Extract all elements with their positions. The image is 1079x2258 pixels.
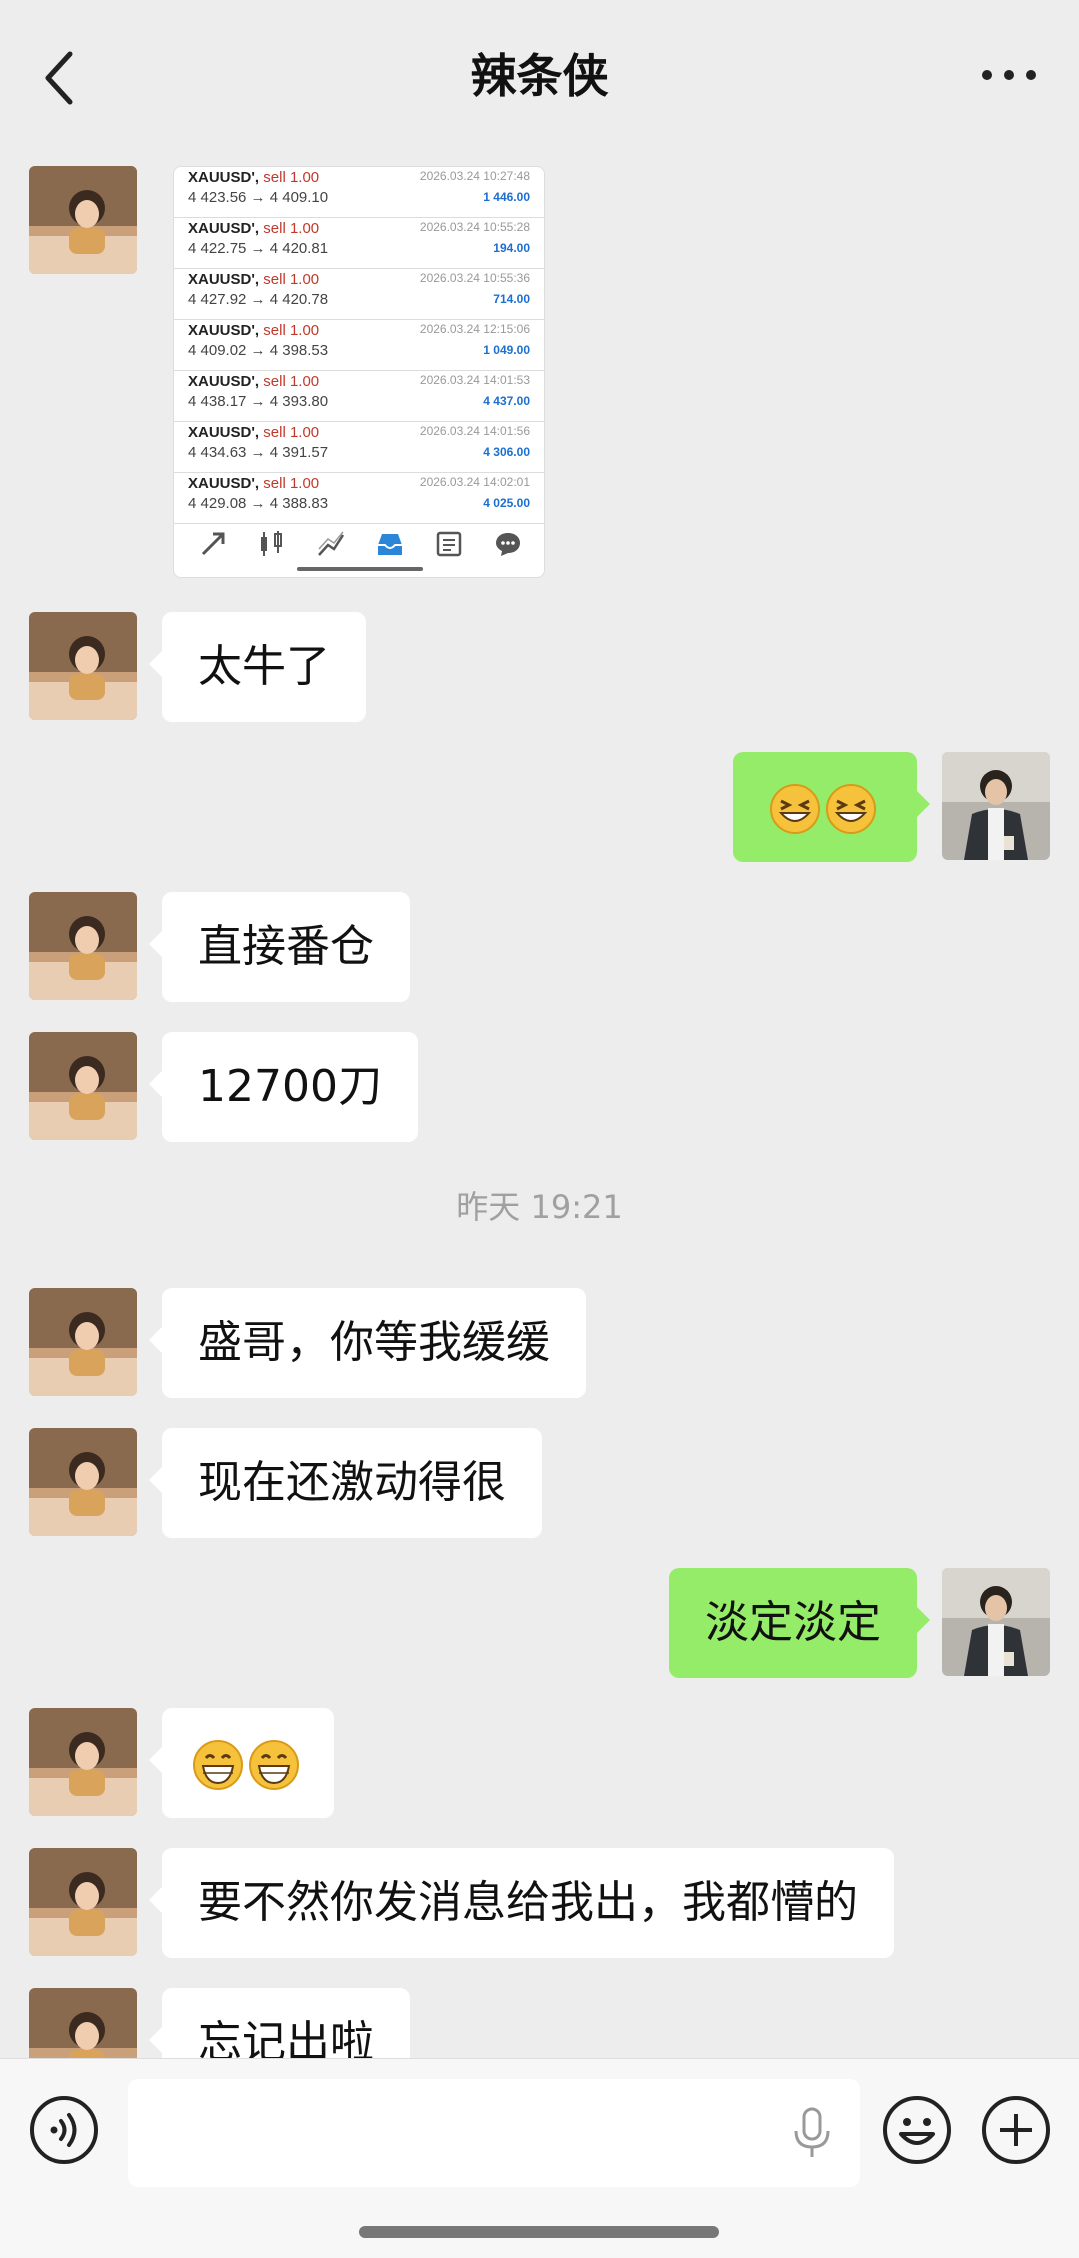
trade-time: 2026.03.24 14:01:56 [419,424,530,438]
contact-avatar[interactable] [29,166,137,274]
trade-row: XAUUSD', sell 1.00 4 434.63 → 4 391.57 202… [174,422,544,473]
contact-avatar[interactable] [29,1288,137,1396]
trade-symbol: XAUUSD', sell 1.00 [188,271,320,288]
message-text: 盛哥，你等我缓缓 [198,1317,550,1368]
trade-prices: 4 438.17 → 4 393.80 [188,393,329,410]
timestamp: 昨天 19:21 [456,1188,623,1226]
app-toolbar [174,517,544,573]
trade-profit: 1 049.00 [483,343,530,357]
contact-avatar[interactable] [29,1848,137,1956]
news-icon [436,531,462,557]
contact-avatar[interactable] [29,892,137,1000]
message-text: 现在还激动得很 [198,1457,506,1508]
message-text: 要不然你发消息给我出，我都懵的 [198,1877,858,1928]
trade-symbol: XAUUSD', sell 1.00 [188,373,320,390]
message-text: 太牛了 [198,641,330,692]
message-bubble[interactable]: 忘记出啦 [149,1988,410,2058]
trade-icon [201,532,225,556]
trade-history-screenshot[interactable]: XAUUSD', sell 1.00 4 423.56 → 4 409.10 202… [173,166,545,578]
trade-profit: 4 306.00 [483,445,530,459]
trade-symbol: XAUUSD', sell 1.00 [188,220,320,237]
trade-time: 2026.03.24 14:01:53 [419,373,530,387]
grinning-squinting-emoji-icon [826,784,876,834]
self-avatar[interactable] [942,1568,1050,1676]
contact-avatar[interactable] [29,1988,137,2058]
chat-bubble-icon [496,533,520,556]
message-bubble-self[interactable] [733,752,930,862]
message-bubble[interactable]: 要不然你发消息给我出，我都懵的 [149,1848,894,1958]
trade-time: 2026.03.24 10:55:28 [419,220,530,234]
trade-profit: 4 437.00 [483,394,530,408]
trade-prices: 4 422.75 → 4 420.81 [188,240,329,257]
trade-row: XAUUSD', sell 1.00 4 427.92 → 4 420.78 202… [174,269,544,320]
contact-avatar[interactable] [29,1428,137,1536]
home-indicator [359,2226,719,2238]
trade-prices: 4 409.02 → 4 398.53 [188,342,329,359]
chat-title: 辣条侠 [470,49,609,103]
message-bubble[interactable]: 现在还激动得很 [149,1428,542,1538]
candlestick-icon [261,531,282,556]
grinning-squinting-emoji-icon [770,784,820,834]
message-text: 直接番仓 [198,921,374,972]
trade-prices: 4 423.56 → 4 409.10 [188,189,329,206]
trade-row: XAUUSD', sell 1.00 4 422.75 → 4 420.81 202… [174,218,544,269]
voice-toggle-icon[interactable] [28,2094,100,2166]
message-bubble[interactable] [149,1708,334,1818]
message-bubble[interactable]: 直接番仓 [149,892,410,1002]
contact-avatar[interactable] [29,612,137,720]
more-icon[interactable] [979,60,1039,90]
trade-symbol: XAUUSD', sell 1.00 [188,169,320,186]
chat-header: 辣条侠 [0,0,1079,150]
message-list[interactable]: XAUUSD', sell 1.00 4 423.56 → 4 409.10 202… [0,150,1079,2058]
trade-prices: 4 429.08 → 4 388.83 [188,495,329,512]
trade-symbol: XAUUSD', sell 1.00 [188,475,320,492]
trade-profit: 1 446.00 [483,190,530,204]
trade-profit: 4 025.00 [483,496,530,510]
trade-profit: 714.00 [493,292,530,306]
trade-prices: 4 434.63 → 4 391.57 [188,444,329,461]
message-text: 淡定淡定 [705,1597,881,1648]
trade-row: XAUUSD', sell 1.00 4 438.17 → 4 393.80 202… [174,371,544,422]
trade-time: 2026.03.24 10:27:48 [419,169,530,183]
message-bubble-self[interactable]: 淡定淡定 [669,1568,930,1678]
trade-symbol: XAUUSD', sell 1.00 [188,322,320,339]
inbox-icon [378,534,402,555]
trade-row: XAUUSD', sell 1.00 4 409.02 → 4 398.53 202… [174,320,544,371]
contact-avatar[interactable] [29,1032,137,1140]
self-avatar[interactable] [942,752,1050,860]
message-text: 12700刀 [198,1061,382,1112]
emoji-icon[interactable] [881,2094,953,2166]
home-bar [297,567,423,571]
trade-time: 2026.03.24 12:15:06 [419,322,530,336]
message-input[interactable] [128,2079,860,2187]
add-icon[interactable] [980,2094,1052,2166]
line-chart-icon [318,531,345,556]
trade-symbol: XAUUSD', sell 1.00 [188,424,320,441]
message-text: 忘记出啦 [198,2017,374,2058]
trade-prices: 4 427.92 → 4 420.78 [188,291,329,308]
trade-time: 2026.03.24 14:02:01 [419,475,530,489]
grinning-emoji-icon [193,1740,243,1790]
message-bubble[interactable]: 12700刀 [149,1032,418,1142]
message-bubble[interactable]: 太牛了 [149,612,366,722]
contact-avatar[interactable] [29,1708,137,1816]
trade-profit: 194.00 [493,241,530,255]
trade-row: XAUUSD', sell 1.00 4 423.56 → 4 409.10 202… [174,167,544,218]
grinning-emoji-icon [249,1740,299,1790]
microphone-icon[interactable] [790,2107,834,2161]
trade-time: 2026.03.24 10:55:36 [419,271,530,285]
message-bubble[interactable]: 盛哥，你等我缓缓 [149,1288,586,1398]
